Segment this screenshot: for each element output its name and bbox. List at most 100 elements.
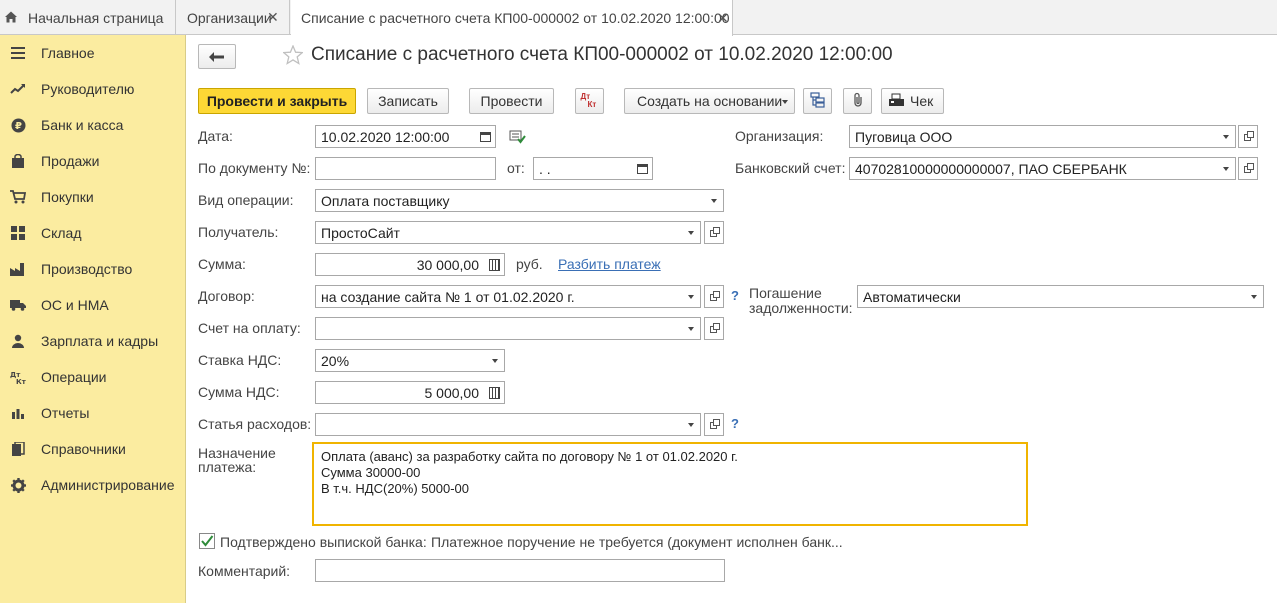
sum-field[interactable]: 30 000,00: [315, 253, 486, 276]
bank-confirmed-checkbox[interactable]: [199, 533, 215, 549]
recipient-open-button[interactable]: [704, 221, 724, 244]
organization-dropdown[interactable]: [1216, 125, 1236, 148]
create-based-on-label: Создать на основании: [637, 93, 783, 109]
chevron-down-icon: [1222, 166, 1229, 171]
vat-sum-field[interactable]: 5 000,00: [315, 381, 486, 404]
post-and-close-button[interactable]: Провести и закрыть: [198, 88, 356, 114]
sidebar-item-purchases[interactable]: Покупки: [0, 179, 185, 215]
contract-label: Договор:: [198, 288, 255, 304]
contract-open-button[interactable]: [704, 285, 724, 308]
chevron-down-icon: [687, 294, 694, 299]
date-label: Дата:: [198, 128, 233, 144]
sidebar-item-salary[interactable]: Зарплата и кадры: [0, 323, 185, 359]
sidebar-item-label: Производство: [41, 261, 133, 277]
structure-button[interactable]: [803, 88, 832, 114]
sidebar-item-sales[interactable]: Продажи: [0, 143, 185, 179]
bar-chart-icon: [10, 405, 26, 421]
calculator-button[interactable]: [485, 253, 505, 276]
sidebar-item-label: Банк и касса: [41, 117, 124, 133]
expense-item-field[interactable]: [315, 413, 682, 436]
sidebar-item-label: ОС и НМА: [41, 297, 109, 313]
contract-help-icon[interactable]: ?: [731, 288, 739, 303]
debt-repayment-select[interactable]: Автоматически: [857, 285, 1245, 308]
tab-organizations-label: Организации: [187, 9, 272, 26]
sidebar-item-production[interactable]: Производство: [0, 251, 185, 287]
favorite-star-icon[interactable]: [282, 44, 304, 68]
recipient-dropdown[interactable]: [681, 221, 701, 244]
checkmark-icon: [200, 535, 214, 551]
invoice-field[interactable]: [315, 317, 682, 340]
debt-repayment-dropdown[interactable]: [1244, 285, 1264, 308]
purpose-line: Сумма 30000-00: [321, 465, 421, 480]
close-icon[interactable]: ✕: [717, 10, 729, 27]
organization-field[interactable]: Пуговица ООО: [849, 125, 1217, 148]
operation-type-dropdown[interactable]: [704, 189, 724, 212]
contract-dropdown[interactable]: [681, 285, 701, 308]
invoice-dropdown[interactable]: [681, 317, 701, 340]
gear-icon: [10, 477, 26, 493]
doc-number-field[interactable]: [315, 157, 496, 180]
vat-rate-select[interactable]: 20%: [315, 349, 486, 372]
tab-home[interactable]: Начальная страница: [0, 0, 176, 35]
calendar-button[interactable]: [476, 125, 496, 148]
close-icon[interactable]: ✕: [267, 9, 279, 26]
bank-confirmed-note: Платежное поручение не требуется (докуме…: [431, 534, 843, 550]
calculator-button[interactable]: [485, 381, 505, 404]
open-icon-front: [713, 291, 720, 298]
sidebar-item-operations[interactable]: Дт Кт Операции: [0, 359, 185, 395]
tab-document[interactable]: Списание с расчетного счета КП00-000002 …: [291, 0, 733, 36]
save-button[interactable]: Записать: [367, 88, 449, 114]
bank-account-open-button[interactable]: [1238, 157, 1258, 180]
invoice-open-button[interactable]: [704, 317, 724, 340]
sidebar-item-assets[interactable]: ОС и НМА: [0, 287, 185, 323]
tab-bar: Начальная страница Организации ✕ Списани…: [0, 0, 1277, 36]
vat-sum-label: Сумма НДС:: [198, 384, 280, 400]
ruble-icon: ₽: [10, 117, 26, 133]
organization-open-button[interactable]: [1238, 125, 1258, 148]
recipient-field[interactable]: ПростоСайт: [315, 221, 682, 244]
tab-home-label: Начальная страница: [28, 9, 164, 26]
post-button[interactable]: Провести: [469, 88, 554, 114]
currency-label: руб.: [516, 256, 543, 272]
sidebar-item-label: Операции: [41, 369, 107, 385]
expense-help-icon[interactable]: ?: [731, 416, 739, 431]
shopping-bag-icon: [10, 153, 26, 169]
vat-rate-dropdown[interactable]: [485, 349, 505, 372]
expense-item-open-button[interactable]: [704, 413, 724, 436]
hierarchy-icon: [809, 91, 826, 111]
vat-rate-label: Ставка НДС:: [198, 352, 282, 368]
book-icon: [10, 441, 26, 457]
sidebar-item-label: Справочники: [41, 441, 126, 457]
dt-kt-icon: Дт Кт: [10, 369, 26, 385]
dt-kt-button[interactable]: Дт Кт: [575, 88, 604, 114]
create-based-on-button[interactable]: Создать на основании: [624, 88, 795, 114]
attach-button[interactable]: [843, 88, 872, 114]
kt-label: Кт: [587, 100, 597, 109]
split-payment-link[interactable]: Разбить платеж: [558, 256, 661, 272]
bank-account-field[interactable]: 40702810000000000007, ПАО СБЕРБАНК: [849, 157, 1217, 180]
sidebar-item-bank[interactable]: ₽ Банк и касса: [0, 107, 185, 143]
sidebar-item-admin[interactable]: Администрирование: [0, 467, 185, 503]
sidebar-item-directories[interactable]: Справочники: [0, 431, 185, 467]
tab-organizations[interactable]: Организации ✕: [176, 0, 290, 35]
sidebar-item-main[interactable]: Главное: [0, 35, 185, 71]
chevron-down-icon: [687, 326, 694, 331]
payment-purpose-textarea[interactable]: Оплата (аванс) за разработку сайта по до…: [312, 442, 1028, 526]
receipt-button[interactable]: Чек: [881, 88, 944, 114]
debt-repayment-label-line-2: задолженности:: [749, 300, 853, 316]
bank-confirmed-label: Подтверждено выпиской банка:: [220, 534, 427, 550]
sidebar-item-warehouse[interactable]: Склад: [0, 215, 185, 251]
expense-item-dropdown[interactable]: [681, 413, 701, 436]
comment-field[interactable]: [315, 559, 725, 582]
dt-kt-icon: Дт Кт: [581, 93, 599, 109]
bank-account-dropdown[interactable]: [1216, 157, 1236, 180]
contract-field[interactable]: на создание сайта № 1 от 01.02.2020 г.: [315, 285, 682, 308]
from-date-field[interactable]: . .: [533, 157, 634, 180]
calendar-button[interactable]: [633, 157, 653, 180]
back-button[interactable]: [198, 44, 236, 69]
operation-type-select[interactable]: Оплата поставщику: [315, 189, 705, 212]
sidebar-item-manager[interactable]: Руководителю: [0, 71, 185, 107]
date-field[interactable]: 10.02.2020 12:00:00: [315, 125, 477, 148]
purpose-label-line-2: платежа:: [198, 459, 257, 475]
sidebar-item-reports[interactable]: Отчеты: [0, 395, 185, 431]
